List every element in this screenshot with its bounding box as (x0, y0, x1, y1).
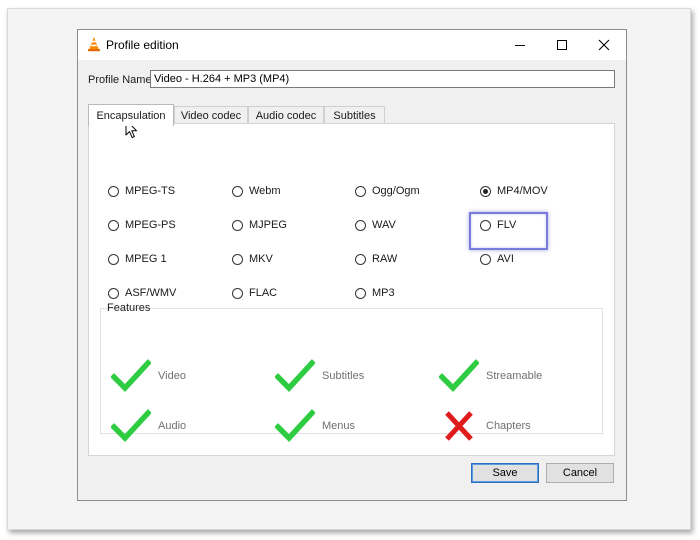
radio-button[interactable] (108, 253, 119, 265)
radio-button[interactable] (355, 219, 366, 231)
radio-flv[interactable]: FLV (480, 219, 516, 231)
minimize-icon (515, 44, 525, 46)
radio-raw[interactable]: RAW (355, 253, 397, 265)
feature-streamable: Streamable (439, 359, 542, 393)
radio-button[interactable] (480, 219, 491, 231)
radio-webm[interactable]: Webm (232, 185, 281, 197)
feature-label: Subtitles (322, 370, 365, 382)
radio-button[interactable] (108, 185, 119, 197)
radio-label: ASF/WMV (125, 287, 177, 299)
profile-name-label: Profile Name (88, 74, 152, 86)
radio-button[interactable] (480, 253, 491, 265)
radio-label: MKV (249, 253, 273, 265)
radio-ogg-ogm[interactable]: Ogg/Ogm (355, 185, 420, 197)
checkmark-icon (439, 359, 479, 392)
encapsulation-panel: MPEG-TS Webm Ogg/Ogm MP4/MOV MPEG-PS MJP… (88, 123, 615, 456)
feature-label: Chapters (486, 420, 531, 432)
maximize-button[interactable] (540, 30, 584, 59)
radio-button[interactable] (232, 219, 243, 231)
radio-flac[interactable]: FLAC (232, 287, 277, 299)
minimize-button[interactable] (498, 30, 542, 59)
radio-label: Ogg/Ogm (372, 185, 420, 197)
radio-label: MJPEG (249, 219, 287, 231)
save-button[interactable]: Save (471, 463, 539, 483)
vlc-cone-icon (88, 37, 100, 52)
radio-mkv[interactable]: MKV (232, 253, 273, 265)
radio-label: WAV (372, 219, 396, 231)
checkmark-icon (275, 359, 315, 392)
radio-label: Webm (249, 185, 281, 197)
radio-mpeg-1[interactable]: MPEG 1 (108, 253, 167, 265)
checkmark-icon (275, 409, 315, 442)
feature-label: Audio (158, 420, 187, 432)
checkmark-icon (111, 409, 151, 442)
radio-label: MP4/MOV (497, 185, 548, 197)
radio-label: MPEG-TS (125, 185, 176, 197)
maximize-icon (557, 39, 567, 50)
feature-audio: Audio (111, 409, 186, 443)
radio-label: FLAC (249, 287, 278, 299)
radio-label: RAW (372, 253, 398, 265)
radio-label: MPEG-PS (125, 219, 176, 231)
dialog-title: Profile edition (106, 38, 179, 52)
feature-label: Menus (322, 420, 356, 432)
feature-label: Streamable (486, 370, 543, 382)
radio-asf-wmv[interactable]: ASF/WMV (108, 287, 176, 299)
feature-video: Video (111, 359, 186, 393)
radio-button[interactable] (355, 287, 366, 299)
features-label: Features (107, 302, 151, 314)
checkmark-icon (111, 359, 151, 392)
radio-button[interactable] (232, 185, 243, 197)
profile-name-input[interactable] (150, 70, 615, 88)
radio-avi[interactable]: AVI (480, 253, 514, 265)
feature-label: Video (158, 370, 186, 382)
feature-menus: Menus (275, 409, 355, 443)
radio-button-checked[interactable] (480, 185, 491, 197)
cancel-button[interactable]: Cancel (546, 463, 614, 483)
radio-mpeg-ts[interactable]: MPEG-TS (108, 185, 175, 197)
radio-button[interactable] (108, 287, 119, 299)
tab-encapsulation[interactable]: Encapsulation (88, 104, 174, 126)
close-button[interactable] (582, 30, 626, 59)
radio-label: AVI (497, 253, 514, 265)
radio-mpeg-ps[interactable]: MPEG-PS (108, 219, 176, 231)
feature-chapters: Chapters (439, 409, 531, 443)
radio-button[interactable] (232, 253, 243, 265)
avi-highlight-box (469, 212, 548, 250)
radio-label: MPEG 1 (125, 253, 167, 265)
radio-mp4-mov[interactable]: MP4/MOV (480, 185, 548, 197)
radio-wav[interactable]: WAV (355, 219, 396, 231)
close-icon (598, 39, 610, 50)
radio-button[interactable] (355, 185, 366, 197)
radio-button[interactable] (108, 219, 119, 231)
title-bar: Profile edition (78, 30, 626, 60)
profile-edition-dialog: Profile edition Profile Name Encapsulati… (77, 29, 627, 501)
radio-label: MP3 (372, 287, 395, 299)
radio-button[interactable] (232, 287, 243, 299)
radio-mp3[interactable]: MP3 (355, 287, 395, 299)
cross-icon (445, 411, 473, 441)
feature-subtitles: Subtitles (275, 359, 364, 393)
radio-button[interactable] (355, 253, 366, 265)
radio-mjpeg[interactable]: MJPEG (232, 219, 287, 231)
radio-label: FLV (497, 219, 517, 231)
